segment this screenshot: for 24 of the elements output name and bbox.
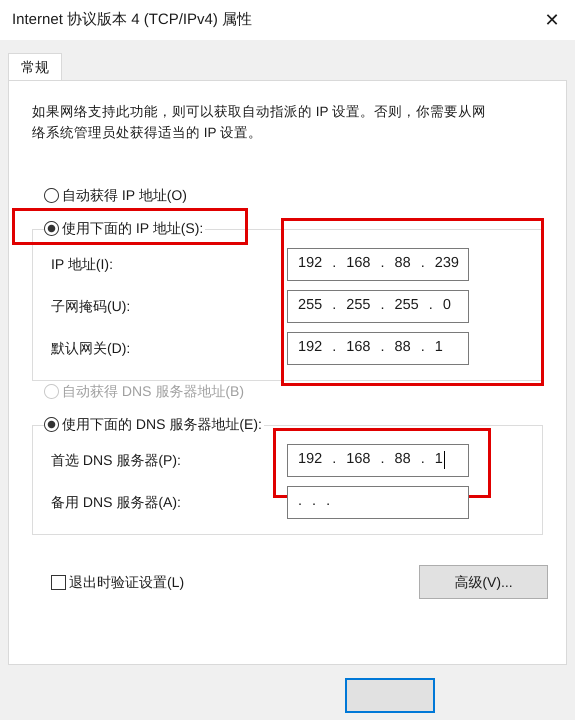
radio-selected-icon[interactable] (44, 417, 59, 432)
ip-address-field[interactable]: . . . (287, 486, 469, 518)
ip-address-field[interactable]: 255 . 255 . 255 . 0 (287, 290, 469, 322)
ip-address-field[interactable]: 192 . 168 . 88 . 1 (287, 444, 469, 476)
window-title: Internet 协议版本 4 (TCP/IPv4) 属性 (12, 10, 252, 30)
radio-selected-icon[interactable] (44, 221, 59, 236)
field-label: 备用 DNS 服务器(A): (50, 492, 182, 512)
field-label: 子网掩码(U): (50, 296, 132, 316)
radio-option[interactable]: 使用下面的 DNS 服务器地址(E): (44, 414, 264, 435)
close-button[interactable]: ✕ (537, 5, 567, 35)
tab[interactable]: 常规 (8, 53, 62, 81)
field-label: IP 地址(I): (50, 254, 114, 274)
field-label: 首选 DNS 服务器(P): (50, 450, 182, 470)
radio-option[interactable]: 使用下面的 IP 地址(S): (44, 218, 206, 239)
radio-option[interactable]: 自动获得 IP 地址(O) (44, 185, 189, 206)
description-text: 如果网络支持此功能，则可以获取自动指派的 IP 设置。否则，你需要从网络系统管理员处获得适当的 IP 设置。 (32, 103, 488, 142)
radio-empty-icon[interactable] (44, 188, 59, 203)
advanced-button[interactable]: 高级(V)... (419, 565, 548, 599)
ip-address-field[interactable]: 192 . 168 . 88 . 1 (287, 332, 469, 364)
radio-option: 自动获得 DNS 服务器地址(B) (44, 381, 246, 402)
ip-address-field[interactable]: 192 . 168 . 88 . 239 (287, 248, 469, 280)
ok-button[interactable] (345, 678, 435, 713)
field-label: 默认网关(D): (50, 338, 132, 358)
checkbox-option[interactable]: 退出时验证设置(L) (51, 572, 184, 592)
